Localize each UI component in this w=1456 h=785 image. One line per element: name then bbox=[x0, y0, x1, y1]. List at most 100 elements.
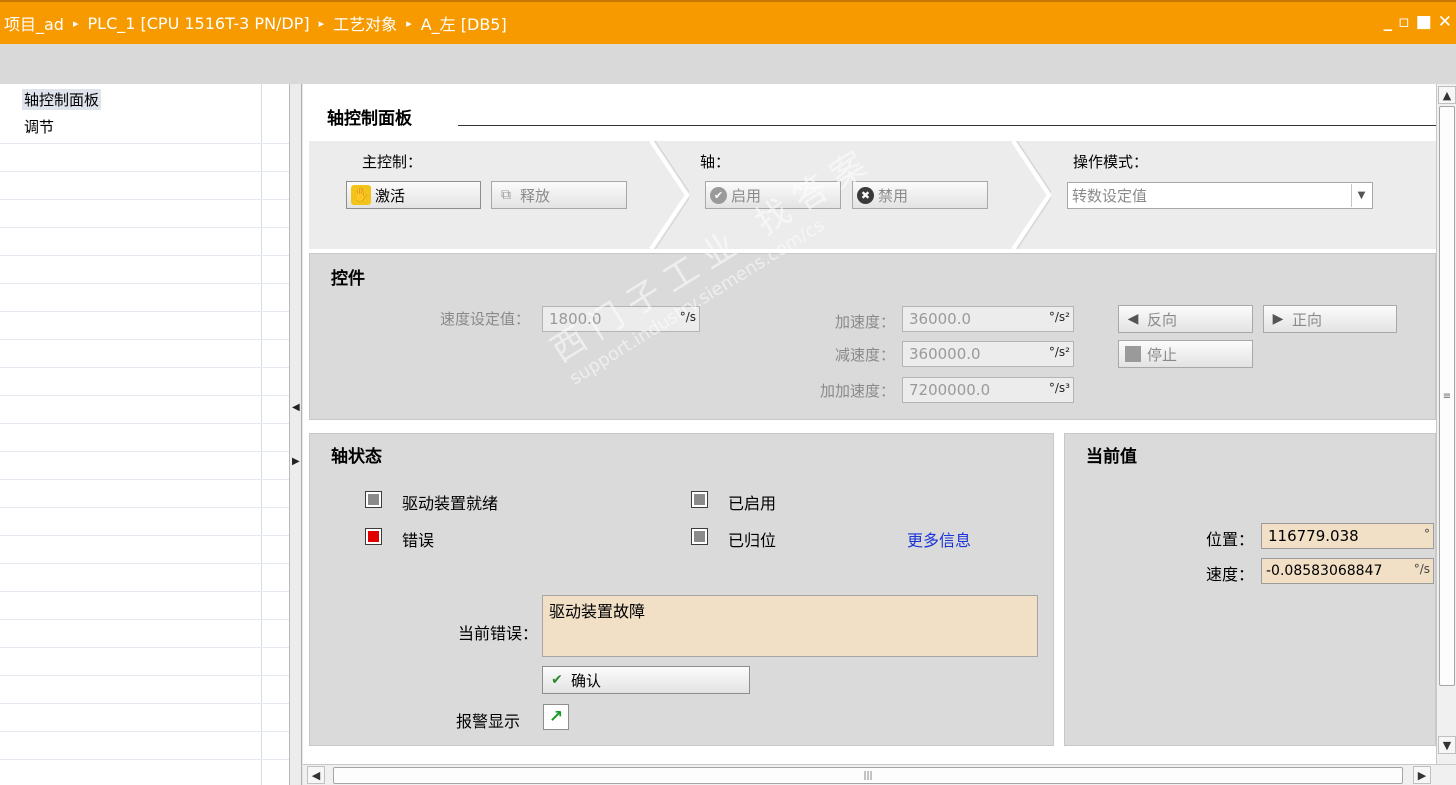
alarm-display-link-icon[interactable]: ↗ bbox=[543, 704, 569, 730]
minimize-icon[interactable]: _ bbox=[1384, 12, 1393, 32]
nav-row-line bbox=[0, 143, 289, 144]
nav-row-line bbox=[0, 591, 289, 592]
speed-setpoint-field[interactable]: 1800.0 °/s bbox=[542, 306, 700, 332]
scroll-left-icon[interactable]: ◀ bbox=[307, 766, 325, 784]
enabled-indicator bbox=[691, 491, 708, 508]
scroll-up-icon[interactable]: ▲ bbox=[1438, 86, 1456, 104]
jerk-label: 加加速度： bbox=[819, 382, 895, 400]
enabled-label: 已启用 bbox=[728, 494, 777, 513]
nav-row-line bbox=[0, 759, 289, 760]
nav-row-line bbox=[0, 451, 289, 452]
current-values-title: 当前值 bbox=[1086, 447, 1137, 467]
cross-circle-icon: ✖ bbox=[857, 186, 874, 204]
release-button[interactable]: ⧉ 释放 bbox=[491, 181, 627, 209]
nav-row-line bbox=[0, 675, 289, 676]
nav-row-line bbox=[0, 423, 289, 424]
stop-button[interactable]: 停止 bbox=[1118, 340, 1253, 368]
current-error-field: 驱动装置故障 bbox=[542, 595, 1038, 657]
nav-row-line bbox=[0, 395, 289, 396]
nav-row-line bbox=[0, 283, 289, 284]
deceleration-label: 减速度： bbox=[834, 346, 895, 364]
stop-square-icon bbox=[1123, 344, 1143, 364]
restore-icon[interactable]: ▫ bbox=[1398, 12, 1410, 32]
disable-button[interactable]: ✖ 禁用 bbox=[852, 181, 988, 209]
pane-splitter[interactable]: ◀ ▶ bbox=[290, 84, 302, 785]
drive-ready-indicator bbox=[365, 491, 382, 508]
position-value: 116779.038 bbox=[1268, 527, 1359, 545]
forward-button[interactable]: ▶ 正向 bbox=[1263, 305, 1397, 333]
acceleration-label: 加速度： bbox=[834, 313, 895, 331]
nav-item-tuning[interactable]: 调节 bbox=[22, 116, 56, 137]
more-info-link[interactable]: 更多信息 bbox=[907, 527, 971, 551]
nav-item-axis-control-panel[interactable]: 轴控制面板 bbox=[22, 89, 102, 110]
axis-control-panel: 轴控制面板 主控制： ✋ 激活 ⧉ 释放 轴： ✔ 启用 ✖ 禁用 操作模式： bbox=[303, 84, 1436, 764]
hand-icon: ✋ bbox=[351, 185, 371, 205]
enable-button[interactable]: ✔ 启用 bbox=[705, 181, 841, 209]
nav-row-line bbox=[0, 227, 289, 228]
enable-button-label: 启用 bbox=[731, 186, 762, 205]
page-title: 轴控制面板 bbox=[327, 109, 412, 129]
operating-mode-select[interactable]: 转数设定值 ▼ bbox=[1067, 182, 1373, 209]
controls-panel: 控件 速度设定值： 1800.0 °/s 加速度： 36000.0 °/s² 减… bbox=[309, 253, 1436, 420]
chevron-divider-icon bbox=[649, 141, 689, 249]
window-controls: _ ▫ ■ ✕ bbox=[1384, 12, 1452, 32]
close-icon[interactable]: ✕ bbox=[1438, 12, 1452, 32]
velocity-unit: °/s bbox=[1413, 562, 1430, 576]
backward-button[interactable]: ◀ 反向 bbox=[1118, 305, 1253, 333]
arrow-right-icon: ▶ bbox=[1272, 311, 1284, 327]
backward-button-label: 反向 bbox=[1147, 310, 1178, 329]
position-unit: ° bbox=[1424, 527, 1430, 541]
alarm-display-label: 报警显示 bbox=[456, 712, 521, 731]
collapse-left-icon[interactable]: ◀ bbox=[292, 402, 300, 413]
title-bar: 项目_ad ▸ PLC_1 [CPU 1516T-3 PN/DP] ▸ 工艺对象… bbox=[0, 0, 1456, 44]
speed-setpoint-value: 1800.0 bbox=[549, 310, 602, 328]
breadcrumb-plc[interactable]: PLC_1 [CPU 1516T-3 PN/DP] bbox=[88, 14, 310, 33]
error-indicator bbox=[365, 528, 382, 545]
breadcrumb-separator-icon: ▸ bbox=[406, 16, 412, 30]
activate-button[interactable]: ✋ 激活 bbox=[346, 181, 481, 209]
velocity-label: 速度： bbox=[1205, 565, 1254, 584]
toolbar-strip bbox=[0, 44, 1456, 84]
nav-row-line bbox=[0, 563, 289, 564]
nav-row-line bbox=[0, 731, 289, 732]
nav-row-line bbox=[0, 171, 289, 172]
nav-row-line bbox=[0, 647, 289, 648]
expand-right-icon[interactable]: ▶ bbox=[292, 456, 300, 467]
velocity-field: -0.08583068847 °/s bbox=[1261, 558, 1434, 584]
operating-mode-value: 转数设定值 bbox=[1072, 187, 1148, 205]
scroll-down-icon[interactable]: ▼ bbox=[1438, 736, 1456, 754]
deceleration-field[interactable]: 360000.0 °/s² bbox=[902, 341, 1074, 367]
horizontal-scroll-thumb[interactable]: ||| bbox=[333, 767, 1403, 784]
acknowledge-check-icon: ✔ bbox=[551, 672, 563, 688]
acknowledge-button[interactable]: ✔ 确认 bbox=[542, 666, 750, 694]
check-circle-icon: ✔ bbox=[710, 186, 727, 204]
vertical-scroll-thumb[interactable]: ≡ bbox=[1439, 106, 1455, 686]
drive-ready-label: 驱动装置就绪 bbox=[402, 494, 499, 513]
nav-row-line bbox=[0, 619, 289, 620]
breadcrumb-project[interactable]: 项目_ad bbox=[4, 11, 64, 35]
deceleration-unit: °/s² bbox=[1048, 345, 1070, 359]
nav-row-line bbox=[0, 311, 289, 312]
deceleration-value: 360000.0 bbox=[909, 345, 981, 363]
jerk-field[interactable]: 7200000.0 °/s³ bbox=[902, 377, 1074, 403]
breadcrumb-axis-db[interactable]: A_左 [DB5] bbox=[421, 11, 507, 35]
position-field: 116779.038 ° bbox=[1261, 523, 1434, 549]
release-icon: ⧉ bbox=[501, 187, 511, 203]
scroll-right-icon[interactable]: ▶ bbox=[1413, 766, 1431, 784]
operating-mode-label: 操作模式： bbox=[1073, 153, 1149, 171]
breadcrumb: 项目_ad ▸ PLC_1 [CPU 1516T-3 PN/DP] ▸ 工艺对象… bbox=[0, 11, 507, 35]
breadcrumb-separator-icon: ▸ bbox=[318, 16, 325, 30]
horizontal-scrollbar[interactable]: ◀ ||| ▶ bbox=[303, 764, 1456, 785]
axis-status-panel: 轴状态 驱动装置就绪 错误 已启用 已归位 更多信息 当前错误： 驱动装置故障 … bbox=[309, 433, 1054, 746]
vertical-scrollbar[interactable]: ▲ ≡ ▼ bbox=[1436, 84, 1456, 764]
left-navigation: 轴控制面板 调节 bbox=[0, 84, 290, 785]
acceleration-field[interactable]: 36000.0 °/s² bbox=[902, 306, 1074, 332]
breadcrumb-technology-objects[interactable]: 工艺对象 bbox=[333, 11, 397, 35]
nav-row-line bbox=[0, 535, 289, 536]
title-underline bbox=[458, 125, 1436, 126]
breadcrumb-separator-icon: ▸ bbox=[72, 16, 79, 30]
maximize-icon[interactable]: ■ bbox=[1416, 12, 1432, 32]
nav-row-line bbox=[0, 703, 289, 704]
chevron-down-icon[interactable]: ▼ bbox=[1351, 184, 1371, 207]
nav-divider bbox=[261, 84, 262, 785]
